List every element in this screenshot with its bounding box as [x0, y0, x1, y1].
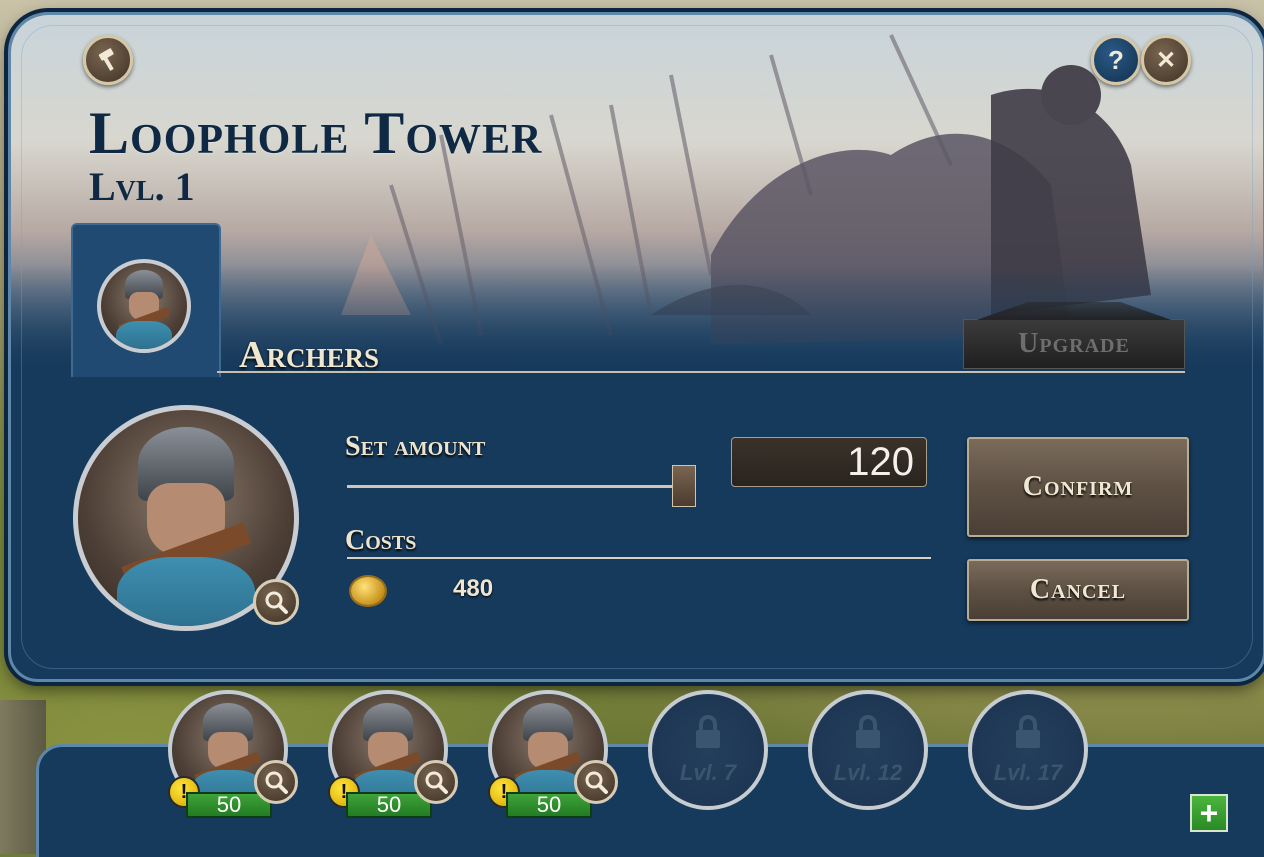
- lock-icon: [696, 715, 720, 748]
- magnifier-icon: [265, 591, 288, 614]
- magnifier-icon: [585, 771, 608, 794]
- add-slot-button[interactable]: +: [1190, 794, 1228, 832]
- queue-slot-locked-3[interactable]: Lvl. 17: [968, 690, 1088, 810]
- queue-slot-locked-1[interactable]: Lvl. 7: [648, 690, 768, 810]
- set-amount-label: Set amount: [345, 431, 486, 462]
- cost-value: 480: [453, 575, 494, 602]
- confirm-button[interactable]: Confirm: [967, 437, 1189, 537]
- help-button[interactable]: ?: [1091, 35, 1141, 85]
- building-title: Loophole Tower: [89, 100, 543, 166]
- building-level: Lvl. 1: [89, 164, 195, 209]
- amount-input[interactable]: 120: [731, 437, 927, 487]
- unlock-level-label: Lvl. 12: [833, 760, 903, 785]
- unit-portrait-large: [73, 405, 299, 631]
- lock-icon: [856, 715, 880, 748]
- queue-slot-2[interactable]: ! 50: [328, 690, 458, 818]
- gold-coin-icon: [351, 577, 385, 605]
- amount-slider-handle[interactable]: [672, 465, 697, 507]
- costs-label: Costs: [345, 525, 417, 556]
- lock-icon: [1016, 715, 1040, 748]
- queue-slot-1[interactable]: ! 50: [168, 690, 298, 818]
- unit-tab[interactable]: [71, 223, 221, 377]
- magnifier-icon: [265, 771, 288, 794]
- slot-info-button[interactable]: [574, 760, 618, 804]
- archer-portrait-small: [97, 259, 191, 353]
- hammer-icon: [98, 48, 114, 71]
- unlock-level-label: Lvl. 7: [679, 760, 737, 785]
- close-button[interactable]: ✕: [1141, 35, 1191, 85]
- cancel-button[interactable]: Cancel: [967, 559, 1189, 621]
- build-menu-button[interactable]: [83, 35, 133, 85]
- queue-slot-3[interactable]: ! 50: [488, 690, 618, 818]
- slot-info-button[interactable]: [414, 760, 458, 804]
- divider: [217, 371, 1185, 373]
- unit-info-button[interactable]: [253, 579, 299, 625]
- building-dialog: Loophole Tower Lvl. 1 ? ✕ Archers Upgrad…: [8, 12, 1264, 682]
- amount-slider-track[interactable]: [347, 485, 691, 488]
- magnifier-icon: [425, 771, 448, 794]
- slot-info-button[interactable]: [254, 760, 298, 804]
- queue-slot-locked-2[interactable]: Lvl. 12: [808, 690, 928, 810]
- costs-divider: [347, 557, 931, 559]
- upgrade-button[interactable]: Upgrade: [963, 319, 1185, 369]
- unlock-level-label: Lvl. 17: [993, 760, 1063, 785]
